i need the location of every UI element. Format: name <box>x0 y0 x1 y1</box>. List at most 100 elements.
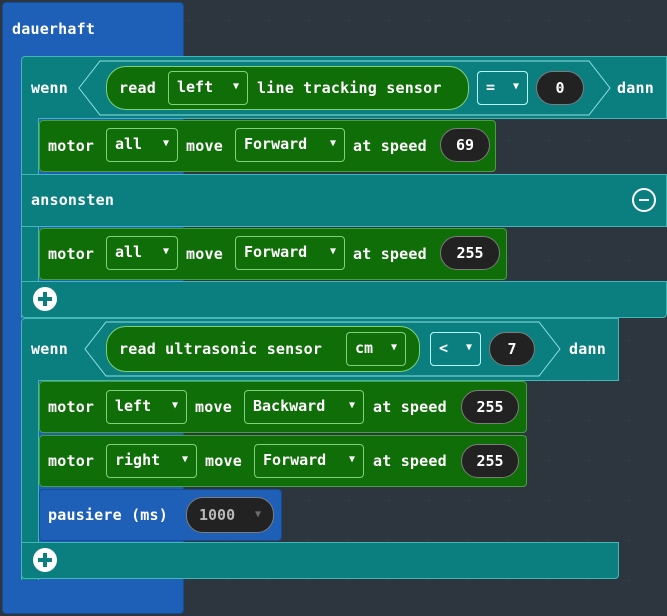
pause-label: pausiere (ms) <box>48 506 168 524</box>
grid-cross <box>584 136 593 145</box>
direction-value: Backward <box>253 397 326 415</box>
unit-dropdown[interactable]: cm ▼ <box>346 332 406 366</box>
grid-cross <box>464 16 473 25</box>
chevron-down-icon: ▼ <box>254 509 261 520</box>
speed-label: at speed <box>373 452 447 470</box>
grid-cross <box>544 416 553 425</box>
if-label: wenn <box>31 79 68 97</box>
chevron-down-icon: ▼ <box>465 342 472 353</box>
grid-cross <box>344 16 353 25</box>
motor-dropdown[interactable]: all ▼ <box>106 236 178 270</box>
compare-value-input[interactable]: 7 <box>489 332 535 366</box>
else-label: ansonsten <box>31 191 115 209</box>
grid-cross <box>624 376 633 385</box>
forever-label: dauerhaft <box>12 20 96 38</box>
grid-cross <box>584 496 593 505</box>
add-branch-button[interactable] <box>33 548 57 572</box>
direction-value: Forward <box>244 135 308 153</box>
grid-cross <box>464 496 473 505</box>
unit-value: cm <box>355 339 374 357</box>
if-label: wenn <box>31 340 68 358</box>
grid-cross <box>424 496 433 505</box>
grid-cross <box>624 136 633 145</box>
chevron-down-icon: ▼ <box>348 400 355 411</box>
chevron-down-icon: ▼ <box>390 342 397 353</box>
grid-cross <box>544 456 553 465</box>
motor-label: motor <box>48 398 95 416</box>
chevron-down-icon: ▼ <box>232 81 239 92</box>
motor-value: right <box>115 451 161 469</box>
add-branch-button[interactable] <box>33 287 57 311</box>
side-dropdown[interactable]: left ▼ <box>168 71 248 105</box>
motor-dropdown[interactable]: left ▼ <box>106 390 187 424</box>
grid-cross <box>304 496 313 505</box>
speed-input[interactable]: 69 <box>440 128 490 162</box>
motor-dropdown[interactable]: all ▼ <box>106 128 178 162</box>
motor-value: all <box>115 135 143 153</box>
motor-value: all <box>115 243 143 261</box>
speed-input[interactable]: 255 <box>440 236 500 270</box>
motor-label: motor <box>48 245 95 263</box>
grid-cross <box>544 136 553 145</box>
remove-else-button[interactable] <box>632 188 656 212</box>
sensor-label: line tracking sensor <box>257 79 442 97</box>
grid-cross <box>584 256 593 265</box>
move-label: move <box>186 137 223 155</box>
direction-value: Forward <box>244 243 308 261</box>
grid-cross <box>624 416 633 425</box>
pause-duration-input[interactable]: 1000 ▼ <box>186 497 274 533</box>
move-label: move <box>195 398 232 416</box>
grid-cross <box>504 496 513 505</box>
motor-label: motor <box>48 452 95 470</box>
direction-dropdown[interactable]: Backward ▼ <box>244 390 364 424</box>
move-label: move <box>205 452 242 470</box>
grid-cross <box>624 496 633 505</box>
motor-value: left <box>115 397 152 415</box>
grid-cross <box>264 16 273 25</box>
chevron-down-icon: ▼ <box>512 81 519 92</box>
operator-value: < <box>439 339 449 357</box>
grid-cross <box>544 256 553 265</box>
grid-cross <box>304 16 313 25</box>
direction-value: Forward <box>263 451 327 469</box>
grid-cross <box>504 136 513 145</box>
compare-value-input[interactable]: 0 <box>536 71 584 105</box>
direction-dropdown[interactable]: Forward ▼ <box>235 236 345 270</box>
side-value: left <box>177 78 214 96</box>
motor-dropdown[interactable]: right ▼ <box>106 444 197 478</box>
grid-cross <box>624 256 633 265</box>
if-block-2-bottom <box>21 542 619 579</box>
grid-cross <box>624 456 633 465</box>
chevron-down-icon: ▼ <box>171 400 178 411</box>
grid-cross <box>544 496 553 505</box>
operator-dropdown[interactable]: < ▼ <box>430 332 481 366</box>
grid-cross <box>624 16 633 25</box>
grid-cross <box>504 16 513 25</box>
if-else-block-bottom <box>21 281 667 318</box>
grid-cross <box>584 456 593 465</box>
grid-cross <box>344 496 353 505</box>
motor-label: motor <box>48 137 95 155</box>
chevron-down-icon: ▼ <box>348 454 355 465</box>
direction-dropdown[interactable]: Forward ▼ <box>235 128 345 162</box>
grid-cross <box>624 576 633 585</box>
then-label: dann <box>569 340 606 358</box>
grid-cross <box>384 16 393 25</box>
grid-cross <box>584 416 593 425</box>
speed-input[interactable]: 255 <box>461 390 519 424</box>
speed-label: at speed <box>373 398 447 416</box>
direction-dropdown[interactable]: Forward ▼ <box>254 444 364 478</box>
chevron-down-icon: ▼ <box>181 454 188 465</box>
speed-label: at speed <box>353 137 427 155</box>
move-label: move <box>186 245 223 263</box>
operator-value: = <box>486 78 496 96</box>
chevron-down-icon: ▼ <box>329 246 336 257</box>
speed-input[interactable]: 255 <box>461 444 519 478</box>
else-row[interactable] <box>21 174 667 227</box>
grid-cross <box>424 16 433 25</box>
grid-cross <box>544 16 553 25</box>
chevron-down-icon: ▼ <box>162 246 169 257</box>
grid-cross <box>184 16 193 25</box>
pause-value: 1000 <box>199 506 236 524</box>
operator-dropdown[interactable]: = ▼ <box>477 71 528 105</box>
